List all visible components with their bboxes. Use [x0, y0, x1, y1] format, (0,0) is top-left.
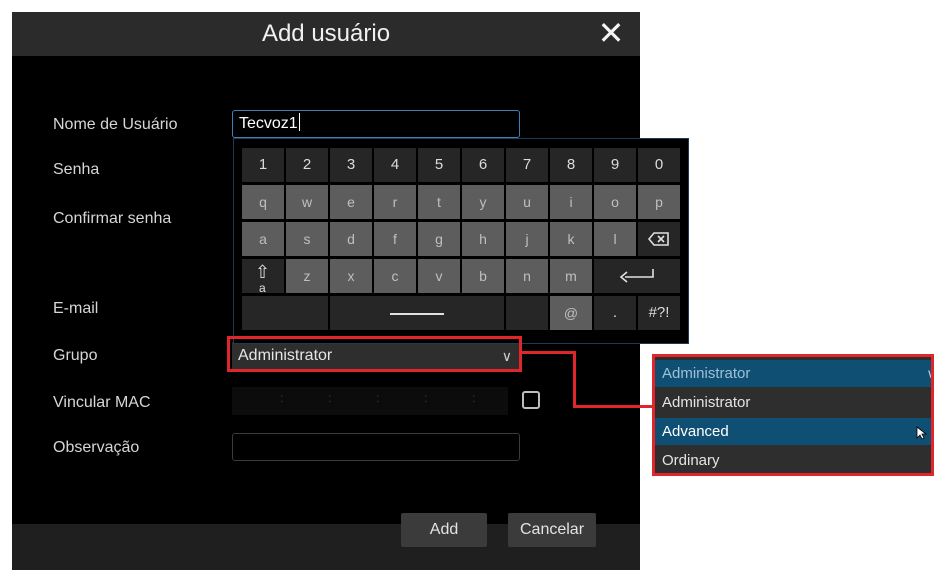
callout-line-v	[573, 351, 576, 408]
key-l[interactable]: l	[594, 222, 636, 256]
confirm-password-label: Confirmar senha	[53, 210, 172, 227]
key-s[interactable]: s	[286, 222, 328, 256]
key-z[interactable]: z	[286, 259, 328, 293]
email-label: E-mail	[53, 300, 99, 317]
mac-separator: :	[328, 391, 332, 405]
add-button[interactable]: Add	[401, 513, 487, 547]
key-9[interactable]: 9	[594, 148, 636, 182]
key-4[interactable]: 4	[374, 148, 416, 182]
bind-mac-checkbox[interactable]	[522, 391, 540, 409]
dropdown-highlight	[652, 354, 934, 476]
key-q[interactable]: q	[242, 185, 284, 219]
symbols-key[interactable]: #?!	[638, 296, 680, 330]
key-7[interactable]: 7	[506, 148, 548, 182]
mac-address-field[interactable]: : : : : :	[232, 387, 508, 415]
key-j[interactable]: j	[506, 222, 548, 256]
key-h[interactable]: h	[462, 222, 504, 256]
key-t[interactable]: t	[418, 185, 460, 219]
key-g[interactable]: g	[418, 222, 460, 256]
key-v[interactable]: v	[418, 259, 460, 293]
mac-separator: :	[280, 391, 284, 405]
text-caret	[298, 113, 300, 131]
key-u[interactable]: u	[506, 185, 548, 219]
group-select-highlight	[227, 336, 522, 372]
key-w[interactable]: w	[286, 185, 328, 219]
shift-key[interactable]: ⇧ a	[242, 259, 284, 295]
key-m[interactable]: m	[550, 259, 592, 293]
group-label: Grupo	[53, 347, 98, 364]
key-f[interactable]: f	[374, 222, 416, 256]
key-6[interactable]: 6	[462, 148, 504, 182]
key-at[interactable]: @	[550, 296, 592, 330]
callout-line-h1	[520, 351, 575, 354]
password-label: Senha	[53, 161, 100, 178]
space-bar-icon	[390, 313, 444, 315]
blank-key-mid[interactable]	[506, 296, 548, 330]
mac-separator: :	[472, 391, 476, 405]
backspace-icon[interactable]	[638, 222, 680, 256]
key-1[interactable]: 1	[242, 148, 284, 182]
key-0[interactable]: 0	[638, 148, 680, 182]
note-label: Observação	[53, 439, 140, 456]
key-r[interactable]: r	[374, 185, 416, 219]
onscreen-keyboard: 1 2 3 4 5 6 7 8 9 0 q w e r t y u i o p …	[233, 138, 689, 344]
key-8[interactable]: 8	[550, 148, 592, 182]
key-c[interactable]: c	[374, 259, 416, 293]
key-y[interactable]: y	[462, 185, 504, 219]
enter-icon[interactable]	[594, 259, 680, 293]
key-2[interactable]: 2	[286, 148, 328, 182]
key-a[interactable]: a	[242, 222, 284, 256]
key-d[interactable]: d	[330, 222, 372, 256]
blank-key-left[interactable]	[242, 296, 328, 330]
key-p[interactable]: p	[638, 185, 680, 219]
key-k[interactable]: k	[550, 222, 592, 256]
dialog-title: Add usuário	[261, 20, 391, 47]
key-e[interactable]: e	[330, 185, 372, 219]
key-x[interactable]: x	[330, 259, 372, 293]
space-key[interactable]	[330, 296, 504, 330]
cancel-button[interactable]: Cancelar	[508, 513, 596, 547]
username-label: Nome de Usuário	[53, 116, 178, 133]
callout-line-h2	[573, 405, 654, 408]
key-o[interactable]: o	[594, 185, 636, 219]
username-field[interactable]: Tecvoz1	[232, 110, 520, 138]
username-value: Tecvoz1	[239, 115, 298, 132]
bind-mac-label: Vincular MAC	[53, 394, 151, 411]
key-n[interactable]: n	[506, 259, 548, 293]
note-field[interactable]	[232, 433, 520, 461]
mac-separator: :	[424, 391, 428, 405]
key-dot[interactable]: .	[594, 296, 636, 330]
mac-separator: :	[376, 391, 380, 405]
dialog-titlebar: Add usuário ✕	[12, 12, 640, 56]
key-3[interactable]: 3	[330, 148, 372, 182]
key-i[interactable]: i	[550, 185, 592, 219]
key-5[interactable]: 5	[418, 148, 460, 182]
close-icon[interactable]: ✕	[596, 17, 626, 49]
key-b[interactable]: b	[462, 259, 504, 293]
